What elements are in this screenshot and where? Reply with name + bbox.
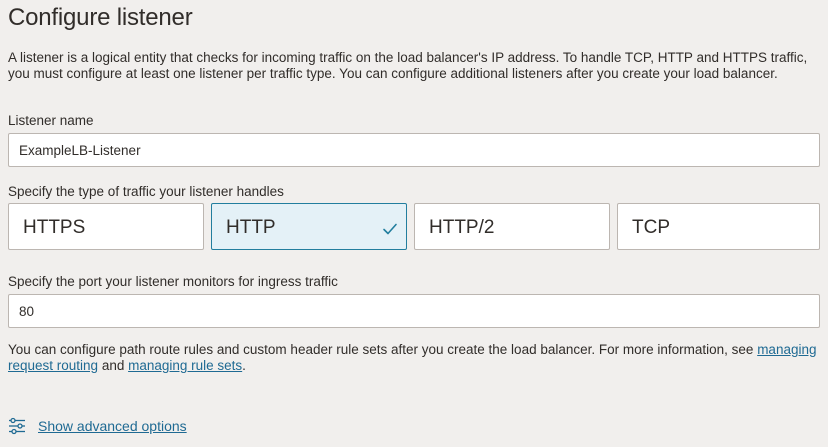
note-text: and (98, 358, 129, 373)
configure-listener-panel: Configure listener A listener is a logic… (0, 0, 828, 447)
traffic-type-tcp-tile[interactable]: TCP (617, 203, 820, 250)
traffic-type-selector: HTTPS HTTP HTTP/2 TCP (8, 203, 820, 250)
checkmark-icon (383, 223, 397, 235)
note-text: You can configure path route rules and c… (8, 342, 758, 357)
tile-label: HTTP/2 (429, 217, 495, 238)
traffic-type-http-tile[interactable]: HTTP (211, 203, 407, 250)
port-label: Specify the port your listener monitors … (8, 274, 338, 289)
traffic-type-http2-tile[interactable]: HTTP/2 (414, 203, 610, 250)
traffic-type-label: Specify the type of traffic your listene… (8, 184, 284, 199)
sliders-icon[interactable] (8, 417, 26, 435)
tile-label: HTTP (226, 217, 276, 238)
show-advanced-options[interactable]: Show advanced options (8, 416, 187, 436)
tile-label: TCP (632, 217, 670, 238)
page-description: A listener is a logical entity that chec… (8, 50, 808, 81)
note-text: . (242, 358, 246, 373)
show-advanced-options-link[interactable]: Show advanced options (38, 418, 187, 434)
routing-note: You can configure path route rules and c… (8, 342, 820, 374)
managing-rule-sets-link[interactable]: managing rule sets (128, 358, 242, 373)
port-input[interactable] (8, 294, 820, 328)
traffic-type-https-tile[interactable]: HTTPS (8, 203, 204, 250)
listener-name-input[interactable] (8, 133, 820, 167)
listener-name-label: Listener name (8, 113, 94, 128)
page-title: Configure listener (8, 4, 193, 31)
tile-label: HTTPS (23, 217, 86, 238)
